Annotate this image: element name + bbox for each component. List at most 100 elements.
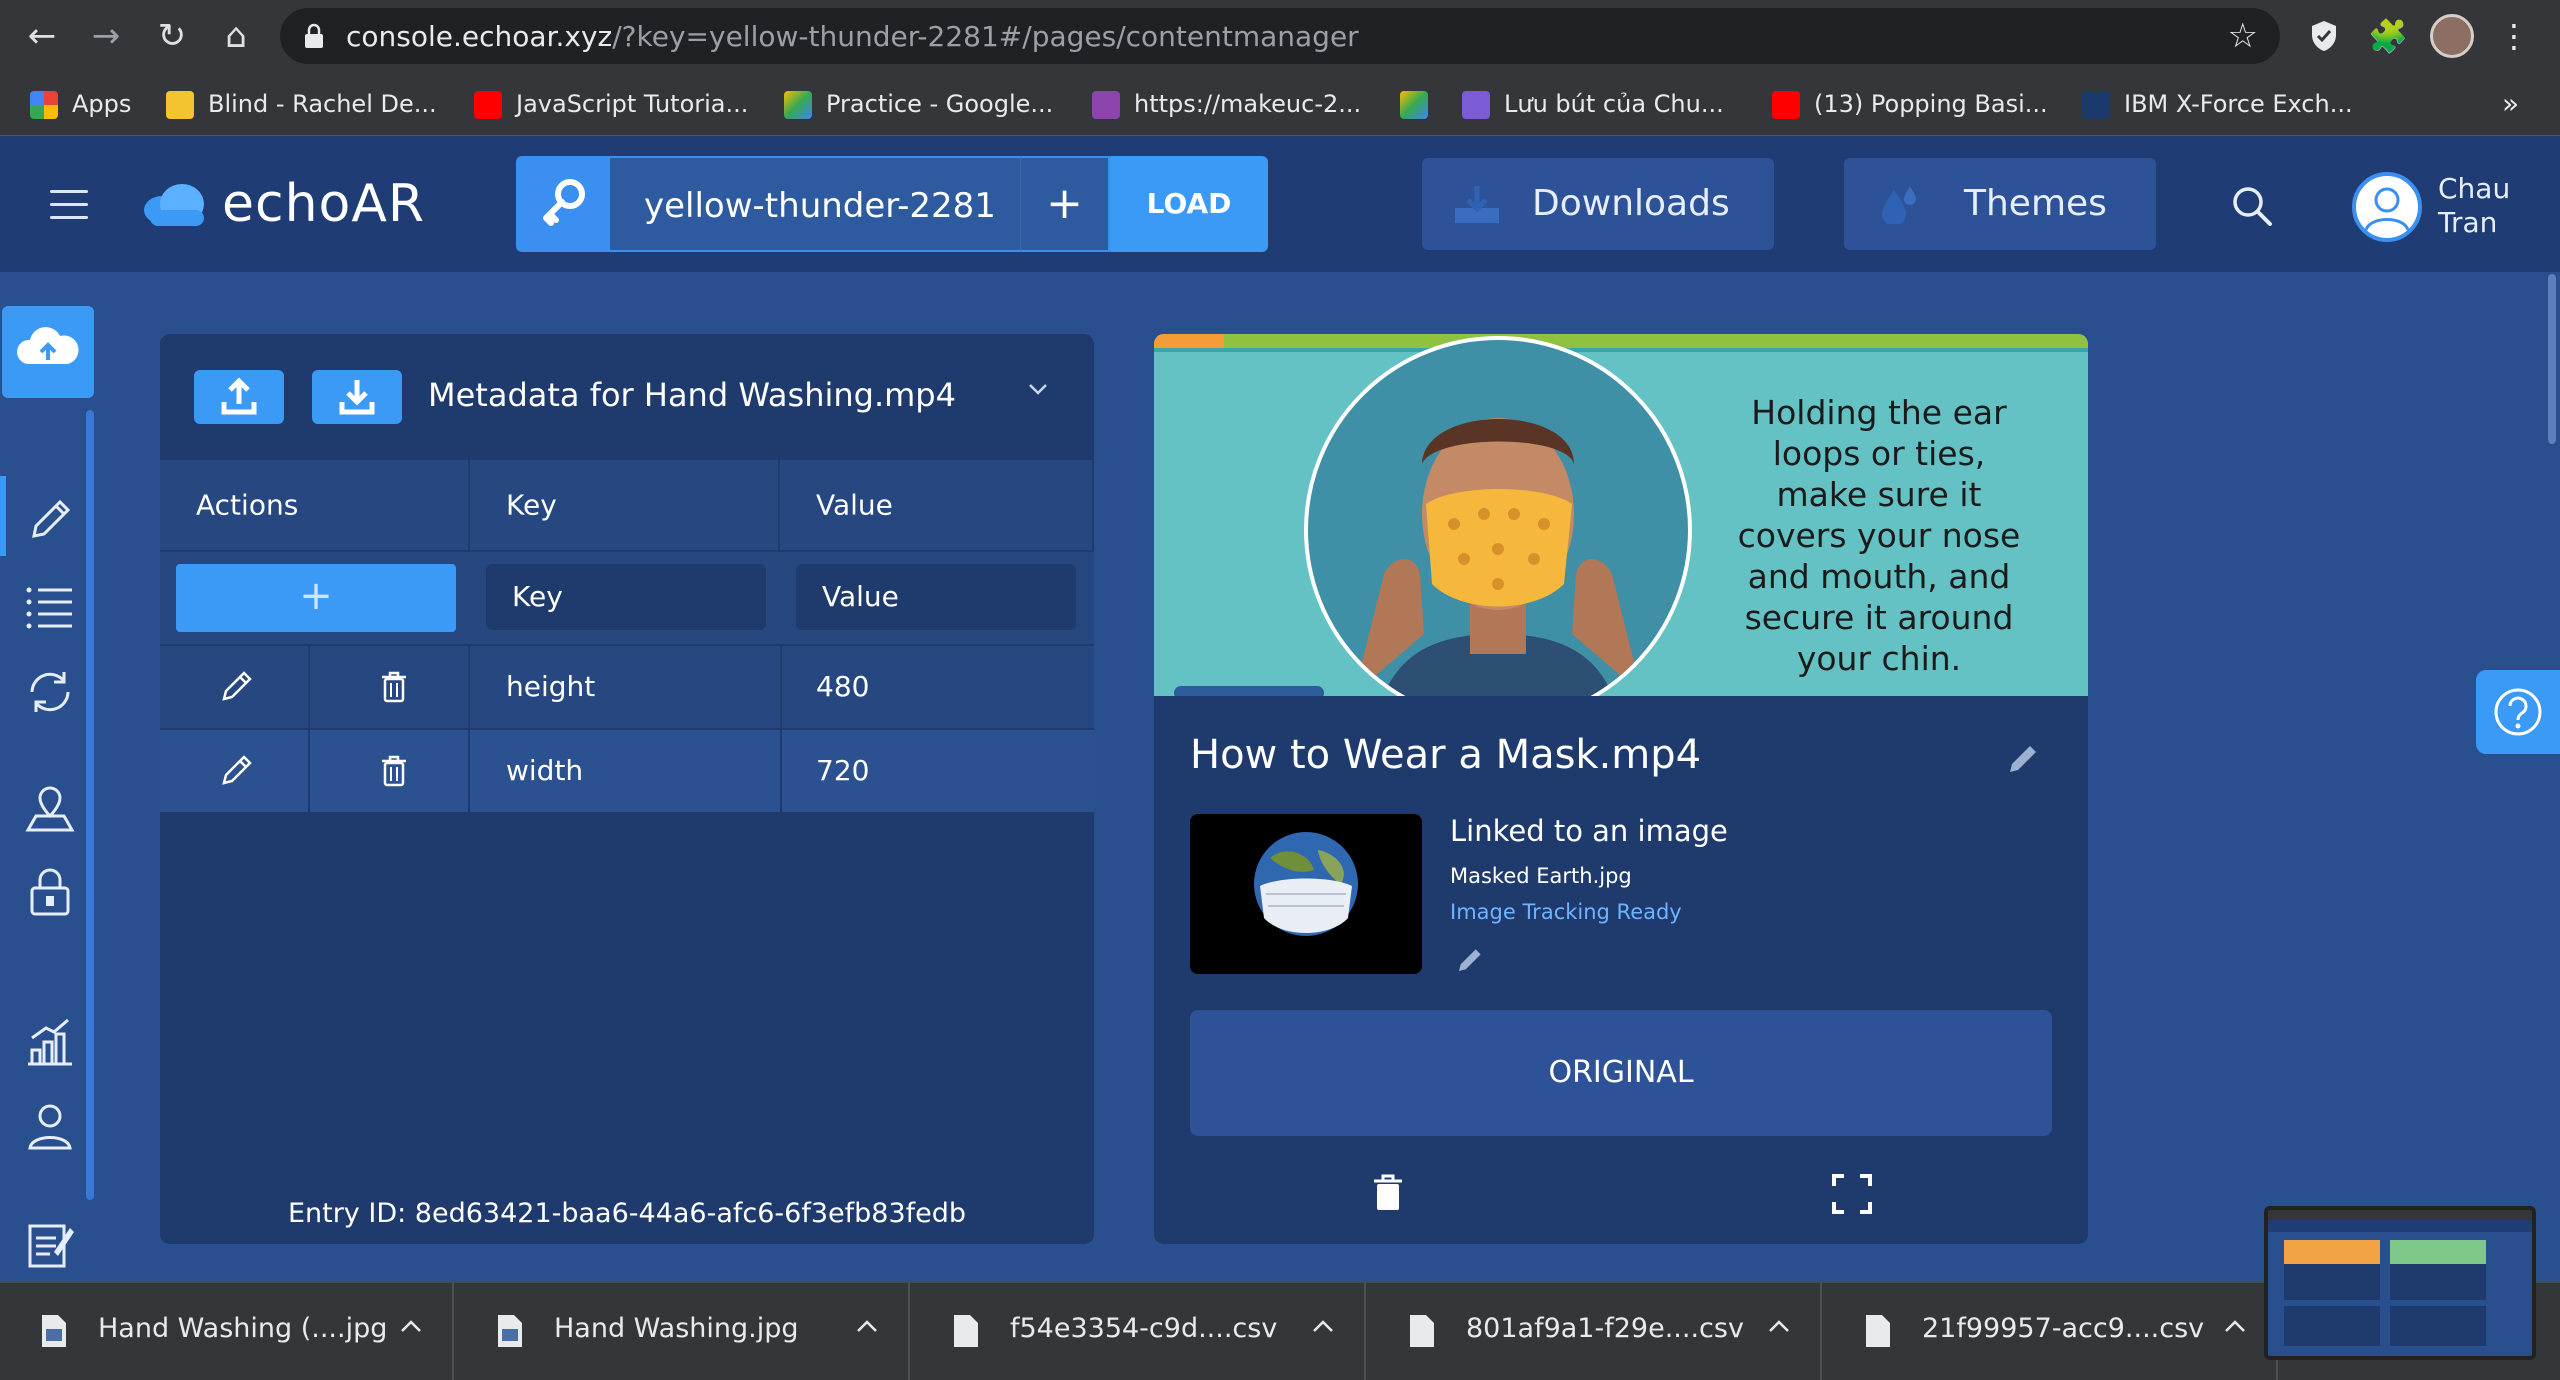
fullscreen-icon[interactable]: [1830, 1172, 1874, 1216]
droplets-icon: [1882, 186, 1916, 224]
row-key: width: [506, 754, 584, 787]
sidebar-item-cloud[interactable]: [2, 306, 94, 398]
notes-edit-icon[interactable]: [24, 1218, 76, 1270]
delete-trash-icon[interactable]: [1368, 1172, 1408, 1212]
youtube-icon: [1772, 91, 1800, 119]
user-name[interactable]: Chau Tran: [2438, 172, 2510, 240]
puzzle-extension-icon[interactable]: 🧩: [2366, 14, 2410, 58]
key-input[interactable]: Key: [486, 564, 766, 630]
profile-avatar[interactable]: [2430, 14, 2474, 58]
back-arrow-icon[interactable]: ←: [20, 14, 64, 58]
table-row: height 480: [160, 646, 1094, 728]
bookmark-popping[interactable]: (13) Popping Basi...: [1772, 86, 2048, 122]
masked-earth-image: [1254, 832, 1358, 936]
hamburger-menu-icon[interactable]: [50, 190, 88, 220]
sidebar-scrollbar[interactable]: [86, 410, 94, 1200]
edit-pencil-icon[interactable]: [218, 753, 254, 789]
screenshot-preview-image: [2268, 1210, 2532, 1356]
bookmark-star-icon[interactable]: ☆: [2228, 16, 2258, 56]
edit-pencil-icon[interactable]: [1454, 946, 1484, 976]
row-value: 480: [816, 670, 870, 703]
download-item[interactable]: Hand Washing (....jpg: [0, 1283, 454, 1380]
google-drive-icon: [1400, 91, 1428, 119]
chevron-up-icon[interactable]: [854, 1317, 880, 1335]
add-entry-button[interactable]: +: [176, 564, 456, 632]
bookmark-luu-but[interactable]: Lưu bút của Chu...: [1462, 86, 1724, 122]
delete-trash-icon[interactable]: [376, 669, 412, 705]
themes-button[interactable]: Themes: [1844, 158, 2156, 250]
bookmark-apps[interactable]: Apps: [30, 86, 131, 122]
downloads-button[interactable]: Downloads: [1422, 158, 1774, 250]
bookmark-javascript[interactable]: JavaScript Tutoria...: [474, 86, 748, 122]
add-key-button[interactable]: +: [1020, 156, 1110, 252]
delete-trash-icon[interactable]: [376, 753, 412, 789]
bookmark-practice[interactable]: Practice - Google...: [784, 86, 1053, 122]
chevron-up-icon[interactable]: [1310, 1317, 1336, 1335]
list-icon[interactable]: [24, 580, 76, 632]
lock-icon[interactable]: [24, 866, 76, 918]
analytics-chart-icon[interactable]: [24, 1016, 76, 1068]
page-scrollbar[interactable]: [2548, 274, 2556, 444]
load-button[interactable]: LOAD: [1110, 156, 1268, 252]
chevron-down-icon[interactable]: [1026, 380, 1050, 398]
reload-icon[interactable]: ↻: [150, 14, 194, 58]
map-pin-icon[interactable]: [24, 782, 76, 834]
screenshot-preview-thumbnail[interactable]: [2264, 1206, 2536, 1360]
sidebar-active-indicator: [0, 476, 6, 556]
image-file-icon: [498, 1315, 522, 1347]
download-item[interactable]: 801af9a1-f29e....csv: [1368, 1283, 1822, 1380]
user-icon[interactable]: [24, 1100, 76, 1152]
home-icon[interactable]: ⌂: [214, 14, 258, 58]
entry-id: Entry ID: 8ed63421-baa6-44a6-afc6-6f3efb…: [287, 1198, 967, 1229]
sync-icon[interactable]: [24, 666, 76, 718]
add-entry-row: + Key Value: [160, 552, 1094, 644]
cloud-upload-icon: [16, 327, 79, 364]
edit-pencil-icon[interactable]: [218, 669, 254, 705]
echoar-logo[interactable]: echoAR: [140, 174, 426, 234]
chevron-up-icon[interactable]: [398, 1317, 424, 1335]
value-input[interactable]: Value: [796, 564, 1076, 630]
chevron-up-icon[interactable]: [1766, 1317, 1792, 1335]
content-card: Holding the ear loops or ties, make sure…: [1154, 334, 2088, 1244]
download-item[interactable]: Hand Washing.jpg: [456, 1283, 910, 1380]
logo-text: echoAR: [222, 174, 426, 234]
shield-extension-icon[interactable]: [2302, 14, 2346, 58]
browser-toolbar: ← → ↻ ⌂ console.echoar.xyz/?key=yellow-t…: [0, 0, 2560, 72]
download-metadata-button[interactable]: [312, 370, 402, 424]
api-key-input[interactable]: yellow-thunder-2281: [610, 156, 1020, 252]
bookmark-makeuc[interactable]: https://makeuc-2...: [1092, 86, 1361, 122]
search-icon[interactable]: [2230, 184, 2274, 228]
upload-icon: [221, 377, 257, 415]
bookmark-ibm-xforce[interactable]: IBM X-Force Exch...: [2082, 86, 2353, 122]
cloud-logo-icon: [144, 184, 204, 226]
more-menu-icon[interactable]: ⋮: [2492, 14, 2536, 58]
row-value: 720: [816, 754, 870, 787]
image-file-icon: [42, 1315, 66, 1347]
chevron-up-icon[interactable]: [2222, 1317, 2248, 1335]
file-icon: [1410, 1315, 1434, 1347]
bookmark-favicon: [166, 91, 194, 119]
image-tracking-status[interactable]: Image Tracking Ready: [1450, 900, 1682, 924]
download-tray-icon: [1455, 186, 1499, 223]
download-item[interactable]: f54e3354-c9d....csv: [912, 1283, 1366, 1380]
forward-arrow-icon[interactable]: →: [84, 14, 128, 58]
card-title: How to Wear a Mask.mp4: [1190, 732, 1702, 778]
table-header-row: Actions Key Value: [160, 460, 1094, 552]
help-button[interactable]: [2476, 670, 2560, 754]
bookmark-drive[interactable]: [1400, 86, 1442, 122]
metadata-panel: Metadata for Hand Washing.mp4 Actions Ke…: [160, 334, 1094, 1244]
user-avatar[interactable]: [2352, 172, 2422, 242]
edit-pencil-icon[interactable]: [2004, 742, 2040, 778]
linked-image-thumbnail[interactable]: [1190, 814, 1422, 974]
column-header-actions: Actions: [160, 460, 470, 552]
bookmark-blind[interactable]: Blind - Rachel De...: [166, 86, 437, 122]
upload-metadata-button[interactable]: [194, 370, 284, 424]
video-caption: Holding the ear loops or ties, make sure…: [1737, 393, 2021, 678]
file-icon: [1866, 1315, 1890, 1347]
bookmarks-overflow[interactable]: »: [2502, 86, 2519, 122]
video-preview[interactable]: Holding the ear loops or ties, make sure…: [1154, 334, 2088, 724]
address-bar[interactable]: console.echoar.xyz/?key=yellow-thunder-2…: [280, 8, 2280, 64]
pencil-icon[interactable]: [24, 494, 76, 546]
download-item[interactable]: 21f99957-acc9....csv: [1824, 1283, 2278, 1380]
original-button[interactable]: ORIGINAL: [1190, 1010, 2052, 1136]
